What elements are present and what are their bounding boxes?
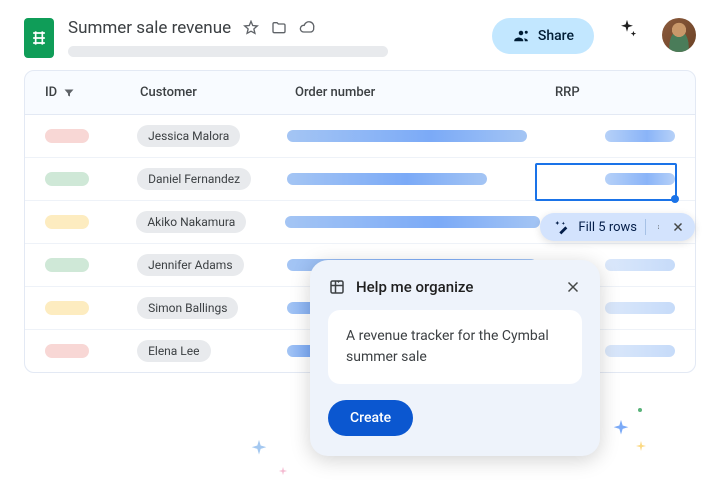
selected-cell-outline	[535, 163, 677, 201]
table-row[interactable]: Jessica Malora	[25, 115, 695, 158]
sparkle-decoration	[636, 406, 644, 414]
more-options-icon[interactable]	[645, 219, 661, 235]
column-id[interactable]: ID	[45, 85, 140, 100]
smart-fill-suggestion[interactable]: Fill 5 rows	[540, 213, 695, 241]
header-bar: Summer sale revenue Share	[0, 0, 720, 70]
panel-title: Help me organize	[356, 278, 554, 296]
magic-wand-icon	[554, 219, 570, 235]
cell-customer: Simon Ballings	[137, 297, 287, 319]
sparkle-decoration	[610, 418, 632, 440]
prompt-input[interactable]: A revenue tracker for the Cymbal summer …	[328, 310, 582, 384]
menu-skeleton	[68, 46, 388, 57]
customer-chip: Simon Ballings	[137, 297, 238, 319]
cell-id	[45, 301, 137, 315]
cell-id	[45, 129, 137, 143]
cell-id	[45, 215, 136, 229]
cell-id	[45, 258, 137, 272]
cell-order	[287, 130, 539, 142]
star-icon[interactable]	[243, 20, 259, 36]
organize-icon	[328, 278, 346, 296]
cell-rrp	[539, 130, 675, 142]
cell-order	[285, 216, 540, 228]
column-order-number[interactable]: Order number	[295, 85, 555, 100]
filter-icon	[63, 87, 75, 99]
document-title[interactable]: Summer sale revenue	[68, 18, 231, 38]
customer-chip: Jennifer Adams	[137, 254, 243, 276]
fill-label: Fill 5 rows	[578, 220, 637, 235]
ai-sparkle-icon[interactable]	[616, 18, 638, 40]
close-panel-icon[interactable]	[564, 278, 582, 296]
customer-chip: Akiko Nakamura	[136, 211, 246, 233]
customer-chip: Elena Lee	[137, 340, 210, 362]
share-button[interactable]: Share	[492, 18, 594, 54]
fill-handle[interactable]	[671, 195, 679, 203]
user-avatar[interactable]	[662, 18, 696, 52]
column-customer[interactable]: Customer	[140, 85, 295, 100]
help-me-organize-panel: Help me organize A revenue tracker for t…	[310, 260, 600, 456]
cell-order	[287, 173, 539, 185]
cell-customer: Akiko Nakamura	[136, 211, 285, 233]
cloud-status-icon[interactable]	[299, 20, 315, 36]
column-rrp[interactable]: RRP	[555, 85, 675, 100]
table-header-row: ID Customer Order number RRP	[25, 71, 695, 115]
dismiss-suggestion-icon[interactable]	[671, 220, 685, 234]
customer-chip: Jessica Malora	[137, 125, 240, 147]
sparkle-decoration	[278, 466, 288, 476]
cell-customer: Jennifer Adams	[137, 254, 287, 276]
cell-id	[45, 172, 137, 186]
folder-move-icon[interactable]	[271, 20, 287, 36]
cell-customer: Daniel Fernandez	[137, 168, 287, 190]
cell-customer: Elena Lee	[137, 340, 287, 362]
create-button[interactable]: Create	[328, 400, 413, 436]
sparkle-decoration	[248, 438, 270, 460]
sheets-logo	[24, 18, 54, 58]
sparkle-decoration	[635, 440, 647, 452]
cell-id	[45, 344, 137, 358]
customer-chip: Daniel Fernandez	[137, 168, 251, 190]
cell-customer: Jessica Malora	[137, 125, 287, 147]
share-label: Share	[538, 28, 574, 44]
people-icon	[512, 27, 530, 45]
